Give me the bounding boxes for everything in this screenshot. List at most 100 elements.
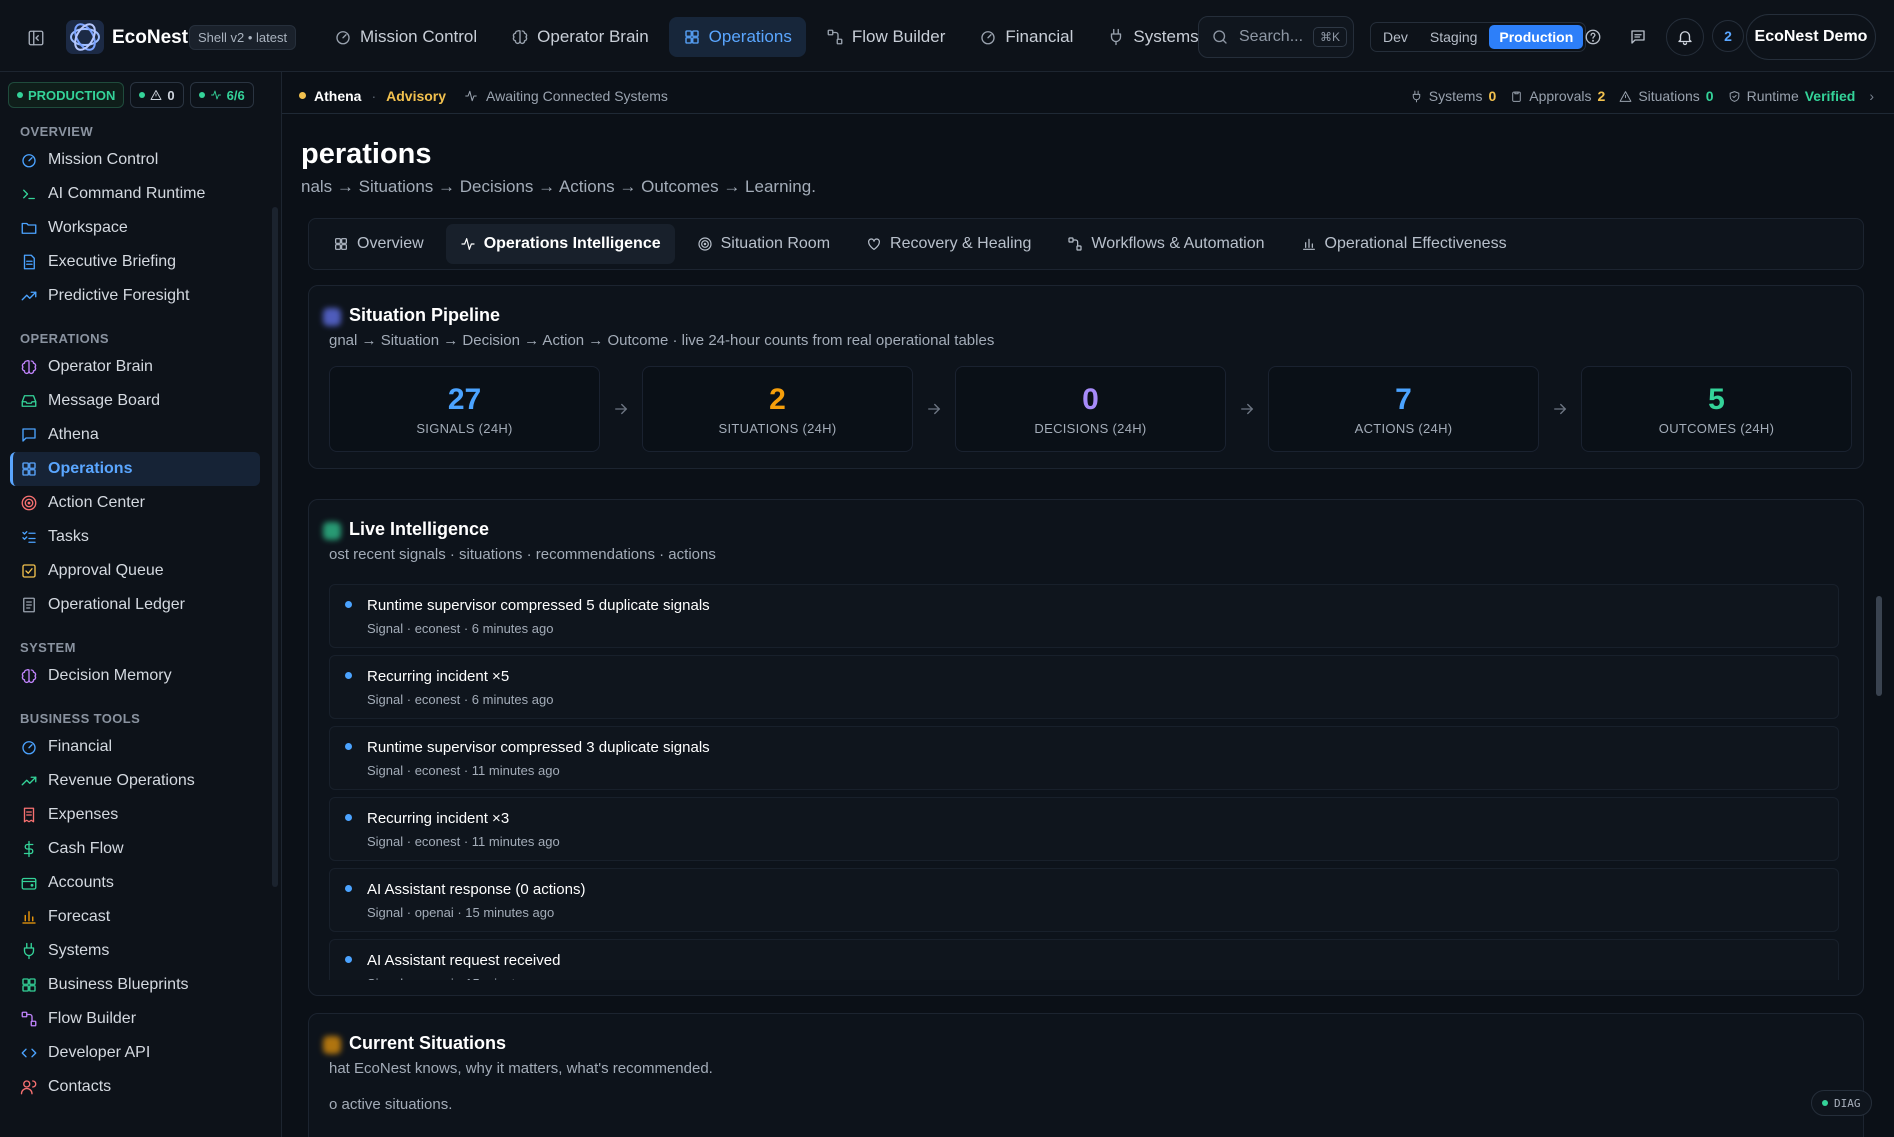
activity-icon bbox=[210, 89, 222, 101]
shield-check-icon bbox=[1728, 90, 1741, 103]
sidebar-item-operational-ledger[interactable]: Operational Ledger bbox=[10, 588, 260, 622]
environment-badge[interactable]: PRODUCTION bbox=[8, 82, 125, 108]
sidebar-item-systems[interactable]: Systems bbox=[10, 934, 260, 968]
metric-situations[interactable]: Situations 0 bbox=[1619, 88, 1714, 104]
sidebar-item-ai-command-runtime[interactable]: AI Command Runtime bbox=[10, 177, 260, 211]
topnav-item-operations[interactable]: Operations bbox=[668, 17, 806, 57]
help-icon[interactable] bbox=[1584, 28, 1602, 46]
econest-logo[interactable] bbox=[66, 20, 104, 54]
tab-label: Overview bbox=[357, 235, 424, 252]
tab-overview[interactable]: Overview bbox=[319, 224, 438, 264]
sidebar-item-developer-api[interactable]: Developer API bbox=[10, 1036, 260, 1070]
gauge-icon bbox=[20, 738, 38, 756]
sidebar-item-decision-memory[interactable]: Decision Memory bbox=[10, 659, 260, 693]
chevron-right-icon[interactable]: › bbox=[1869, 88, 1874, 104]
situations-card-icon bbox=[323, 1036, 341, 1054]
pipeline-stage-situations-24h[interactable]: 2 SITUATIONS (24H) bbox=[642, 366, 913, 452]
sidebar-item-approval-queue[interactable]: Approval Queue bbox=[10, 554, 260, 588]
sidebar-item-operator-brain[interactable]: Operator Brain bbox=[10, 350, 260, 384]
diagnostics-button[interactable]: DIAG bbox=[1811, 1090, 1872, 1116]
health-badge[interactable]: 6/6 bbox=[189, 82, 254, 108]
trend-up-icon bbox=[20, 772, 38, 790]
list-item-meta: Signal · econest · 11 minutes ago bbox=[367, 763, 560, 778]
sidebar-item-message-board[interactable]: Message Board bbox=[10, 384, 260, 418]
alerts-badge[interactable]: 0 bbox=[130, 82, 184, 108]
tab-operational-effectiveness[interactable]: Operational Effectiveness bbox=[1287, 224, 1521, 264]
metric-situations-value: 0 bbox=[1705, 88, 1714, 104]
sidebar-item-executive-briefing[interactable]: Executive Briefing bbox=[10, 245, 260, 279]
sidebar-item-label: Predictive Foresight bbox=[48, 287, 190, 304]
sidebar-toggle-icon[interactable] bbox=[27, 29, 45, 47]
sidebar-item-operations[interactable]: Operations bbox=[10, 452, 260, 486]
metric-approvals-label: Approvals bbox=[1529, 88, 1592, 104]
brain-icon bbox=[20, 667, 38, 685]
sidebar-item-athena[interactable]: Athena bbox=[10, 418, 260, 452]
sidebar-scrollbar[interactable] bbox=[272, 207, 278, 887]
messages-icon[interactable] bbox=[1629, 28, 1647, 46]
pipeline-stage-actions-24h[interactable]: 7 ACTIONS (24H) bbox=[1268, 366, 1539, 452]
bar-chart-icon bbox=[20, 908, 38, 926]
tab-situation-room[interactable]: Situation Room bbox=[683, 224, 844, 264]
sidebar-item-action-center[interactable]: Action Center bbox=[10, 486, 260, 520]
sidebar-item-tasks[interactable]: Tasks bbox=[10, 520, 260, 554]
sidebar-item-financial[interactable]: Financial bbox=[10, 730, 260, 764]
list-item[interactable]: AI Assistant request received Signal · op… bbox=[329, 939, 1839, 980]
signal-dot bbox=[345, 743, 352, 750]
pipeline-stage-decisions-24h[interactable]: 0 DECISIONS (24H) bbox=[955, 366, 1226, 452]
list-item[interactable]: Recurring incident ×5 Signal · econest · … bbox=[329, 655, 1839, 719]
live-feed-scrollbar[interactable] bbox=[1876, 596, 1882, 696]
sidebar-item-contacts[interactable]: Contacts bbox=[10, 1070, 260, 1104]
pipeline-arrow-icon bbox=[1539, 400, 1581, 418]
sidebar-item-accounts[interactable]: Accounts bbox=[10, 866, 260, 900]
brain-icon bbox=[511, 28, 529, 46]
list-item[interactable]: Runtime supervisor compressed 5 duplicat… bbox=[329, 584, 1839, 648]
sidebar-item-flow-builder[interactable]: Flow Builder bbox=[10, 1002, 260, 1036]
signal-dot bbox=[345, 601, 352, 608]
search-input[interactable]: Search... ⌘K bbox=[1198, 16, 1354, 58]
metric-runtime[interactable]: Runtime Verified bbox=[1728, 88, 1856, 104]
sidebar-item-expenses[interactable]: Expenses bbox=[10, 798, 260, 832]
pipeline-stage-outcomes-24h[interactable]: 5 OUTCOMES (24H) bbox=[1581, 366, 1852, 452]
tab-operations-intelligence[interactable]: Operations Intelligence bbox=[445, 224, 675, 264]
notification-count-badge[interactable]: 2 bbox=[1712, 20, 1744, 52]
sidebar-item-predictive-foresight[interactable]: Predictive Foresight bbox=[10, 279, 260, 313]
dollar-icon bbox=[20, 840, 38, 858]
topnav-item-systems[interactable]: Systems bbox=[1093, 17, 1212, 57]
sidebar-item-label: Accounts bbox=[48, 874, 114, 891]
pipeline-stage-signals-24h[interactable]: 27 SIGNALS (24H) bbox=[329, 366, 600, 452]
sidebar-item-label: Executive Briefing bbox=[48, 253, 177, 270]
sidebar-item-forecast[interactable]: Forecast bbox=[10, 900, 260, 934]
situations-title: Current Situations bbox=[349, 1033, 507, 1053]
sidebar-item-label: Contacts bbox=[48, 1078, 112, 1095]
notifications-button[interactable] bbox=[1666, 18, 1704, 56]
sidebar-item-label: Developer API bbox=[48, 1044, 151, 1061]
tab-workflows-and-automation[interactable]: Workflows & Automation bbox=[1053, 224, 1278, 264]
pipeline-stage-label: OUTCOMES (24H) bbox=[1658, 420, 1775, 436]
env-option-production[interactable]: Production bbox=[1489, 25, 1584, 49]
topnav-item-mission-control[interactable]: Mission Control bbox=[320, 17, 491, 57]
sidebar-item-cash-flow[interactable]: Cash Flow bbox=[10, 832, 260, 866]
account-button[interactable]: EcoNest Demo bbox=[1746, 14, 1876, 60]
metric-runtime-value: Verified bbox=[1804, 88, 1856, 104]
sidebar-item-business-blueprints[interactable]: Business Blueprints bbox=[10, 968, 260, 1002]
metric-approvals[interactable]: Approvals 2 bbox=[1510, 88, 1605, 104]
list-item[interactable]: Runtime supervisor compressed 3 duplicat… bbox=[329, 726, 1839, 790]
topnav-item-flow-builder[interactable]: Flow Builder bbox=[812, 17, 960, 57]
sidebar-item-workspace[interactable]: Workspace bbox=[10, 211, 260, 245]
pipeline-stage-value: 7 bbox=[1395, 382, 1412, 416]
env-option-staging[interactable]: Staging bbox=[1420, 25, 1487, 49]
topnav-item-operator-brain[interactable]: Operator Brain bbox=[497, 17, 663, 57]
metric-systems[interactable]: Systems 0 bbox=[1410, 88, 1496, 104]
tab-label: Operations Intelligence bbox=[483, 235, 661, 252]
sidebar-item-mission-control[interactable]: Mission Control bbox=[10, 143, 260, 177]
list-item[interactable]: AI Assistant response (0 actions) Signal … bbox=[329, 868, 1839, 932]
tab-recovery-and-healing[interactable]: Recovery & Healing bbox=[852, 224, 1045, 264]
checklist-icon bbox=[20, 528, 38, 546]
live-feed: Runtime supervisor compressed 5 duplicat… bbox=[329, 584, 1839, 980]
env-option-dev[interactable]: Dev bbox=[1373, 25, 1418, 49]
topnav-item-financial[interactable]: Financial bbox=[965, 17, 1087, 57]
agent-name[interactable]: Athena bbox=[314, 88, 361, 104]
health-dot bbox=[198, 92, 205, 98]
sidebar-item-revenue-operations[interactable]: Revenue Operations bbox=[10, 764, 260, 798]
list-item[interactable]: Recurring incident ×3 Signal · econest · … bbox=[329, 797, 1839, 861]
